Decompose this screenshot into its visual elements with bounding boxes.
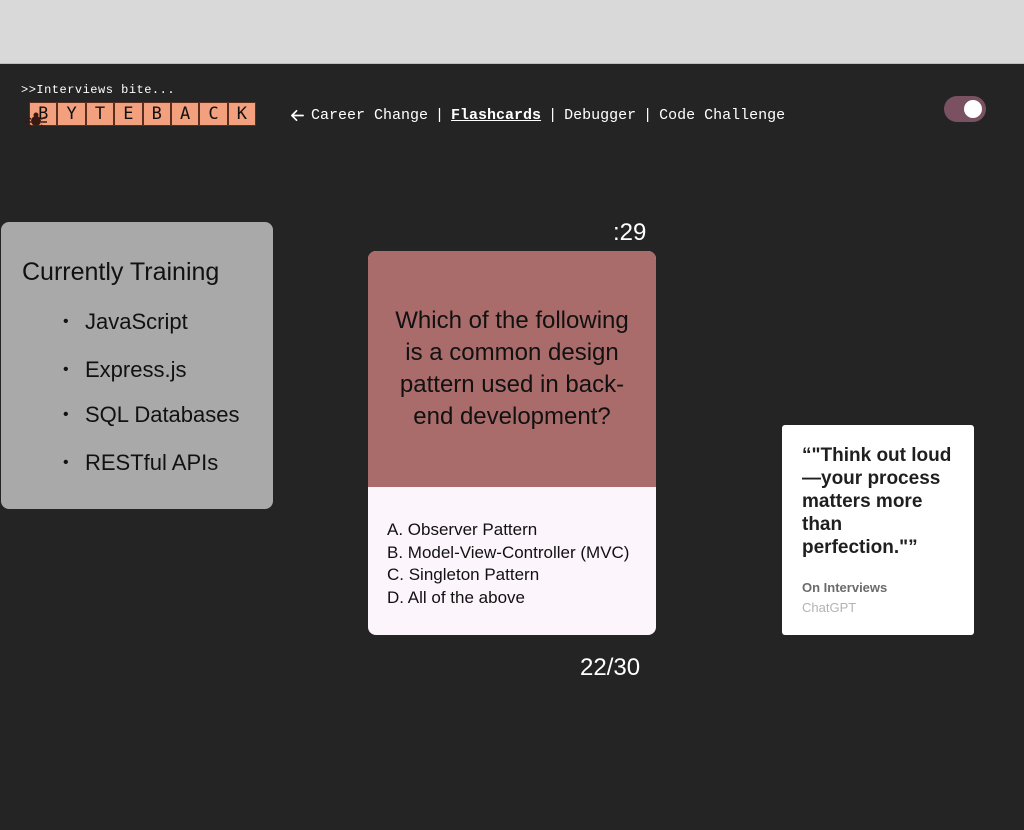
answer-option-c[interactable]: C. Singleton Pattern (387, 564, 656, 587)
main-nav: Career Change | Flashcards | Debugger | … (290, 107, 785, 124)
answer-option-a[interactable]: A. Observer Pattern (387, 519, 656, 542)
logo-letter: Y (57, 102, 86, 126)
answer-option-b[interactable]: B. Model-View-Controller (MVC) (387, 542, 656, 565)
nav-career-change[interactable]: Career Change (311, 107, 428, 124)
nav-separator: | (435, 107, 445, 124)
logo-letter: B (142, 102, 171, 126)
flashcard[interactable]: Which of the following is a common desig… (368, 251, 656, 635)
training-item: Express.js (63, 357, 240, 383)
browser-top-bar (0, 0, 1024, 64)
theme-toggle[interactable] (944, 96, 986, 122)
quote-topic: On Interviews (802, 580, 888, 595)
flashcard-question: Which of the following is a common desig… (368, 251, 656, 487)
answer-option-d[interactable]: D. All of the above (387, 587, 656, 610)
logo-letter: T (85, 102, 115, 126)
logo-letter: E (114, 102, 143, 126)
nav-separator: | (548, 107, 558, 124)
quote-card: “"Think out loud—your process matters mo… (782, 425, 974, 635)
bug-icon (25, 112, 47, 129)
logo-letter: C (199, 102, 228, 126)
quote-author: ChatGPT (802, 600, 857, 615)
logo-letter: A (170, 102, 200, 126)
answer-list: A. Observer Pattern B. Model-View-Contro… (368, 487, 656, 609)
countdown-timer: :29 (613, 219, 647, 246)
training-item: SQL Databases (63, 402, 240, 428)
card-progress: 22/30 (580, 654, 641, 681)
quote-text: “"Think out loud—your process matters mo… (802, 445, 952, 558)
training-item: RESTful APIs (63, 450, 240, 476)
toggle-knob (964, 100, 982, 118)
training-title: Currently Training (22, 258, 220, 286)
nav-separator: | (643, 107, 653, 124)
currently-training-panel: Currently Training JavaScript Express.js… (1, 222, 273, 509)
logo-letter: K (227, 102, 257, 126)
training-item: JavaScript (63, 309, 240, 335)
tagline: >>Interviews bite... (21, 83, 176, 97)
byteback-logo[interactable]: B Y T E B A C K (25, 102, 257, 129)
nav-debugger[interactable]: Debugger (564, 107, 636, 124)
arrow-left-icon[interactable] (290, 108, 305, 123)
nav-code-challenge[interactable]: Code Challenge (659, 107, 785, 124)
training-list: JavaScript Express.js SQL Databases REST… (63, 309, 240, 476)
nav-flashcards[interactable]: Flashcards (451, 107, 541, 124)
